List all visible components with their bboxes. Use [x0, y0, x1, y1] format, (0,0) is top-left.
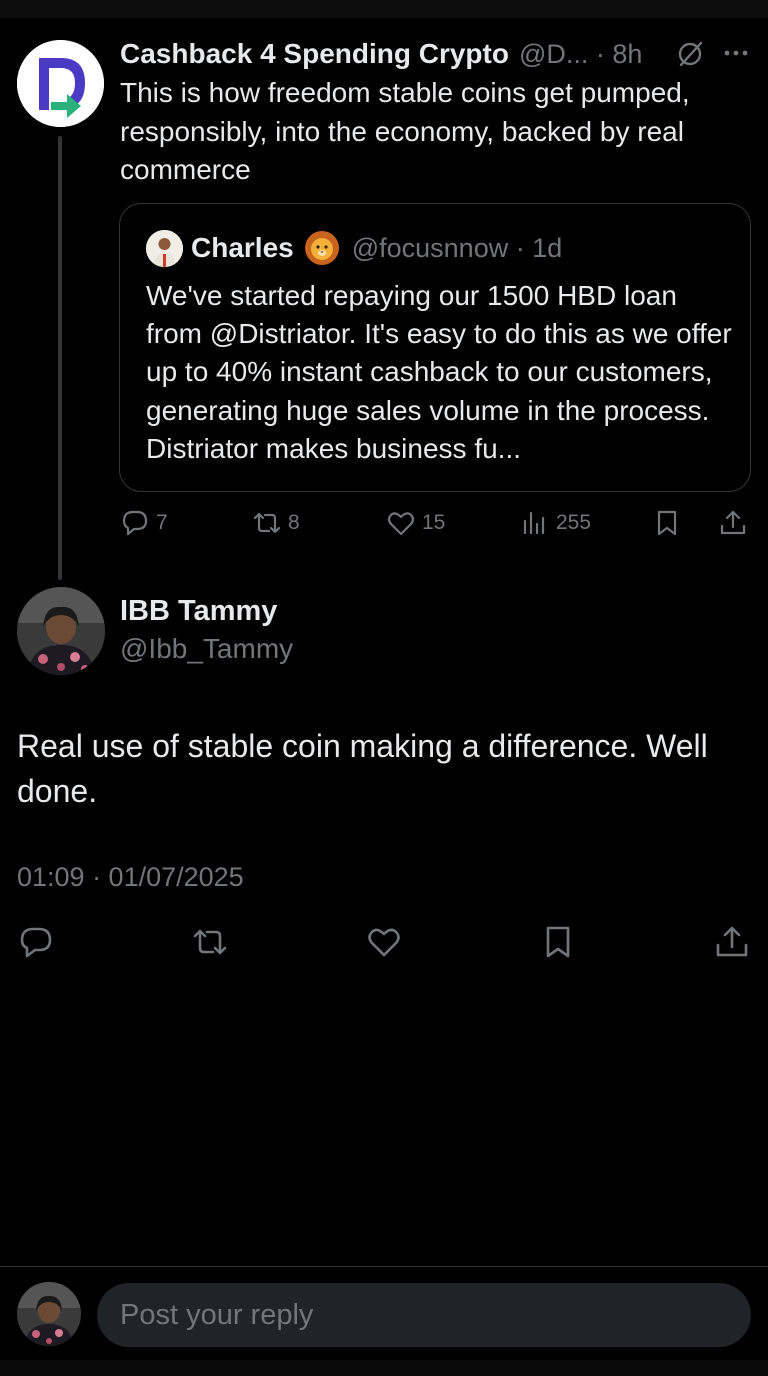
post-action-bar: 7 8 15 255: [120, 500, 760, 546]
lion-emoji-icon: [304, 231, 339, 265]
quote-handle-time: @focusnnow · 1d: [351, 232, 563, 263]
grok-icon[interactable]: [675, 39, 705, 69]
reply-button[interactable]: 7: [120, 500, 168, 546]
quote-author-name: Charles: [191, 232, 294, 263]
composer-avatar: [17, 1282, 81, 1346]
post-text: This is how freedom stable coins get pum…: [120, 77, 690, 185]
like-button[interactable]: 15: [386, 500, 445, 546]
author-name[interactable]: Cashback 4 Spending Crypto: [120, 38, 509, 70]
share-icon: [716, 926, 748, 957]
heart-icon: [368, 928, 400, 957]
views-count: 255: [556, 511, 592, 534]
reply-author-name[interactable]: IBB Tammy: [120, 595, 277, 628]
quote-text: We've started repaying our 1500 HBD loan…: [146, 280, 732, 464]
repost-count: 8: [288, 511, 300, 534]
reply-comment-button[interactable]: [12, 918, 60, 966]
bookmark-button[interactable]: [652, 500, 688, 546]
status-bar: [0, 0, 768, 18]
reply-author-avatar[interactable]: [17, 587, 105, 675]
cashback-avatar[interactable]: [17, 40, 104, 127]
quote-header: Charles @focusnnow · 1d: [146, 228, 562, 268]
reply-bookmark-button[interactable]: [534, 918, 582, 966]
reply-text: Real use of stable coin making a differe…: [17, 728, 708, 809]
composer-divider: [0, 1266, 768, 1267]
reply-like-button[interactable]: [360, 918, 408, 966]
repost-button[interactable]: 8: [252, 500, 300, 546]
reply-input[interactable]: [97, 1283, 751, 1347]
reply-author-handle[interactable]: @Ibb_Tammy: [120, 633, 293, 665]
views-chart-icon: [523, 511, 545, 535]
repost-icon: [253, 512, 281, 534]
post-header: Cashback 4 Spending Crypto @D... · 8h: [120, 34, 760, 74]
comment-icon: [122, 510, 148, 536]
reply-share-button[interactable]: [708, 918, 756, 966]
reply-count: 7: [156, 511, 168, 534]
quoted-post[interactable]: Charles @focusnnow · 1d We've started re…: [119, 203, 751, 492]
bottom-strip: [0, 1360, 768, 1376]
bookmark-icon: [546, 926, 570, 958]
reply-repost-button[interactable]: [186, 918, 234, 966]
more-icon[interactable]: [720, 38, 752, 68]
repost-icon: [193, 929, 227, 955]
reply-timestamp[interactable]: 01:09 · 01/07/2025: [17, 862, 244, 893]
reply-action-bar: [0, 918, 768, 966]
author-handle-time[interactable]: @D... · 8h: [519, 39, 642, 70]
share-button[interactable]: [718, 500, 754, 546]
heart-icon: [387, 512, 415, 536]
share-icon: [720, 510, 746, 535]
bookmark-icon: [657, 510, 677, 536]
quote-avatar: [146, 229, 183, 267]
like-count: 15: [422, 511, 446, 534]
comment-icon: [20, 927, 52, 958]
views-button[interactable]: 255: [520, 500, 591, 546]
distriator-logo-icon: [17, 40, 104, 127]
thread-line: [58, 136, 62, 580]
